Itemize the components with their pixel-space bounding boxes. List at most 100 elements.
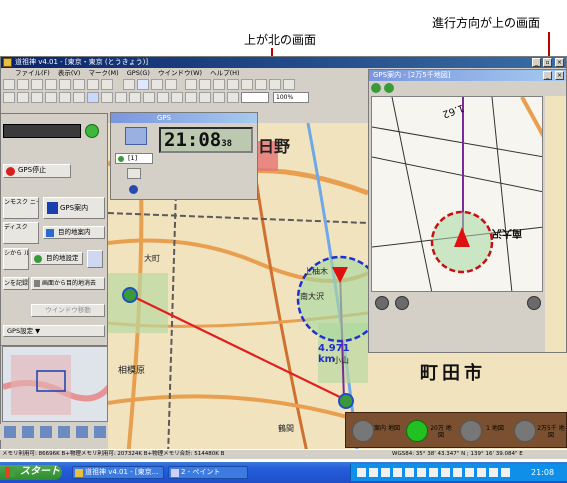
toolbar-button[interactable] — [137, 79, 149, 90]
destination-guide-button[interactable]: 目的地案内 — [43, 226, 105, 239]
moscow-button[interactable]: ンモスク ニー — [3, 197, 39, 219]
toolbar-button[interactable] — [31, 92, 43, 103]
tray-icon[interactable] — [417, 468, 426, 477]
restore-button[interactable]: ▫ — [543, 58, 552, 67]
toolbar-button[interactable] — [151, 79, 163, 90]
tab-icon[interactable] — [58, 426, 70, 438]
route-button[interactable]: シから ルーで — [3, 248, 29, 270]
menu-file[interactable]: ファイル(F) — [15, 69, 50, 77]
toolbar-button[interactable] — [59, 79, 71, 90]
toolbar-button[interactable] — [3, 92, 15, 103]
zoom-in-icon[interactable] — [371, 83, 381, 93]
toolbar-button[interactable] — [255, 79, 267, 90]
scale-select[interactable] — [241, 92, 269, 103]
waypoint-goal-icon[interactable] — [338, 393, 354, 409]
scale-button-guide[interactable]: 案内 地図 — [352, 416, 402, 446]
arrows-icon[interactable] — [87, 250, 103, 268]
guide-close-button[interactable]: × — [555, 71, 564, 80]
tab-icon[interactable] — [40, 426, 52, 438]
guide-option-icon[interactable] — [527, 296, 541, 310]
place-hino: 日野 — [258, 137, 291, 156]
toolbar-button[interactable] — [241, 79, 253, 90]
set-destination-button[interactable]: 目的地設定 — [31, 252, 83, 265]
tray-icon[interactable] — [477, 468, 486, 477]
guide-map[interactable]: 南大沢 1.62 — [371, 96, 543, 292]
tab-icon[interactable] — [22, 426, 34, 438]
toolbar-button[interactable] — [3, 79, 15, 90]
overview-map[interactable] — [2, 346, 108, 422]
scale-button-200k[interactable]: 20万 地図 — [406, 416, 456, 446]
tray-icon[interactable] — [441, 468, 450, 477]
toolbar-button[interactable] — [59, 92, 71, 103]
tray-icon[interactable] — [465, 468, 474, 477]
minimize-button[interactable]: _ — [532, 58, 541, 67]
zoom-out-icon[interactable] — [384, 83, 394, 93]
menu-window[interactable]: ウインドウ(W) — [158, 69, 202, 77]
tray-icon[interactable] — [429, 468, 438, 477]
gps-guide-button[interactable]: GPS案内 — [43, 197, 105, 219]
toolbar-button[interactable] — [199, 79, 211, 90]
toolbar-button[interactable] — [283, 79, 295, 90]
toolbar-button[interactable] — [101, 79, 113, 90]
toolbar-button[interactable] — [31, 79, 43, 90]
menu-view[interactable]: 表示(V) — [58, 69, 81, 77]
clear-destination-button[interactable]: 画面から目的地消去 — [31, 277, 105, 290]
toolbar-button[interactable] — [73, 92, 85, 103]
toolbar-button[interactable] — [185, 92, 197, 103]
menu-help[interactable]: ヘルプ(H) — [210, 69, 239, 77]
toolbar-button[interactable] — [143, 92, 155, 103]
channel-select[interactable]: [1] — [115, 153, 153, 164]
toolbar-button[interactable] — [199, 92, 211, 103]
toolbar-button[interactable] — [17, 79, 29, 90]
tab-icon[interactable] — [76, 426, 88, 438]
toolbar-button[interactable] — [123, 79, 135, 90]
toolbar-button[interactable] — [115, 92, 127, 103]
toolbar-button[interactable] — [73, 79, 85, 90]
guide-option-icon[interactable] — [375, 296, 389, 310]
toolbar-button[interactable] — [165, 79, 177, 90]
toolbar-button[interactable] — [171, 92, 183, 103]
task-dosojin[interactable]: 道祖神 v4.01 - [東京... — [72, 466, 164, 479]
scale-button-1[interactable]: 1 地図 — [460, 416, 510, 446]
toolbar-button[interactable] — [101, 92, 113, 103]
toolbar-button[interactable] — [45, 79, 57, 90]
move-window-button[interactable]: ウインドウ移動 — [31, 304, 105, 317]
waypoint-start-icon[interactable] — [122, 287, 138, 303]
toolbar-button[interactable] — [185, 79, 197, 90]
toolbar-button[interactable] — [157, 92, 169, 103]
zoom-select[interactable]: 100% — [273, 92, 309, 103]
tray-icon[interactable] — [357, 468, 366, 477]
tray-icon[interactable] — [405, 468, 414, 477]
tray-icon[interactable] — [393, 468, 402, 477]
tray-icon[interactable] — [453, 468, 462, 477]
toolbar-button[interactable] — [87, 92, 99, 103]
tray-icon[interactable] — [369, 468, 378, 477]
toolbar-button[interactable] — [269, 79, 281, 90]
close-button[interactable]: × — [555, 58, 564, 67]
tray-icon[interactable] — [489, 468, 498, 477]
tray-icon[interactable] — [501, 468, 510, 477]
menu-mark[interactable]: マーク(M) — [89, 69, 119, 77]
gps-option-button[interactable] — [127, 168, 141, 179]
guide-minimize-button[interactable]: _ — [543, 71, 552, 80]
tab-icon[interactable] — [94, 426, 106, 438]
tab-icon[interactable] — [4, 426, 16, 438]
guide-option-icon[interactable] — [395, 296, 409, 310]
toolbar-button[interactable] — [45, 92, 57, 103]
toolbar-button[interactable] — [129, 92, 141, 103]
task-paint[interactable]: 2 - ペイント — [168, 466, 248, 479]
toolbar-button[interactable] — [87, 79, 99, 90]
tray-icon[interactable] — [381, 468, 390, 477]
start-button[interactable]: スタート — [0, 465, 62, 480]
toolbar-button[interactable] — [227, 92, 239, 103]
menu-gps[interactable]: GPS(G) — [127, 69, 150, 77]
gps-stop-button[interactable]: GPS停止 — [3, 164, 71, 178]
toolbar-button[interactable] — [17, 92, 29, 103]
toolbar-button[interactable] — [227, 79, 239, 90]
gps-settings-dropdown[interactable]: GPS設定 ▼ — [3, 325, 105, 337]
record-button[interactable]: ンを記録 — [3, 277, 29, 290]
disk-button[interactable]: ディスク — [3, 222, 39, 244]
scale-button-25k[interactable]: 2万5千 地図 — [514, 416, 566, 446]
toolbar-button[interactable] — [213, 92, 225, 103]
toolbar-button[interactable] — [213, 79, 225, 90]
